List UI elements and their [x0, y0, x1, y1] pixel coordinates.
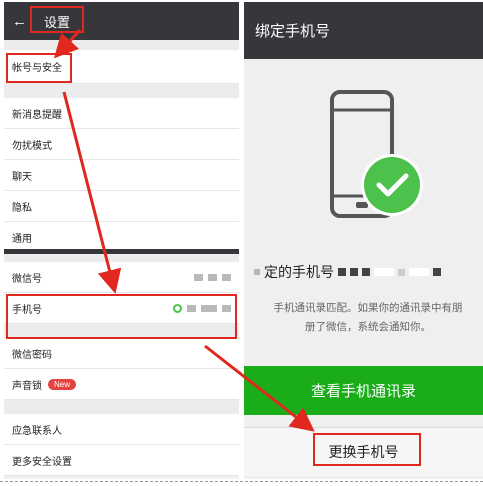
- bind-phone-title: 绑定手机号: [255, 23, 331, 40]
- emergency-contact-label: 应急联系人: [12, 425, 62, 437]
- description-line: 册了微信，系统会通知你。: [305, 321, 431, 333]
- highlight-settings-title: [30, 6, 84, 33]
- wechat-id-row[interactable]: 微信号: [4, 262, 239, 293]
- settings-item-chat[interactable]: 聊天: [4, 160, 239, 191]
- settings-item-label: 隐私: [12, 202, 32, 214]
- voice-lock-label: 声音锁: [12, 380, 42, 392]
- section-gap: [4, 254, 239, 262]
- highlight-change-phone: [313, 433, 421, 466]
- password-row[interactable]: 微信密码: [4, 338, 239, 369]
- emergency-contact-row[interactable]: 应急联系人: [4, 414, 239, 445]
- bind-phone-screen: 绑定手机号 定的手机号 手机通讯录匹配。如果你的通讯录中有朋 册了微信，系统会通…: [244, 2, 483, 479]
- settings-item-label: 新消息提醒: [12, 109, 62, 121]
- settings-screen: ← 设置 帐号与安全 新消息提醒 勿扰模式 聊天 隐私 通用: [4, 2, 239, 245]
- settings-item-label: 通用: [12, 233, 32, 245]
- settings-item-dnd[interactable]: 勿扰模式: [4, 129, 239, 160]
- bottom-dashed-line: [0, 481, 483, 482]
- settings-item-privacy[interactable]: 隐私: [4, 191, 239, 222]
- voice-lock-row[interactable]: 声音锁 New: [4, 369, 239, 400]
- password-label: 微信密码: [12, 349, 52, 361]
- bind-phone-description: 手机通讯录匹配。如果你的通讯录中有朋 册了微信，系统会通知你。: [250, 299, 483, 337]
- settings-item-general[interactable]: 通用: [4, 222, 239, 245]
- more-security-row[interactable]: 更多安全设置: [4, 445, 239, 476]
- wechat-id-value: [194, 273, 231, 281]
- settings-item-label: 聊天: [12, 171, 32, 183]
- section-gap: [4, 84, 239, 98]
- settings-item-notifications[interactable]: 新消息提醒: [4, 98, 239, 129]
- view-contacts-button[interactable]: 查看手机通讯录: [244, 366, 483, 415]
- highlight-account-security: [6, 53, 72, 83]
- bound-phone-label: 定的手机号: [264, 264, 334, 280]
- back-arrow-icon[interactable]: ←: [12, 13, 32, 30]
- highlight-phone-row: [6, 294, 237, 339]
- description-line: 手机通讯录匹配。如果你的通讯录中有朋: [273, 302, 463, 314]
- account-security-screen: 微信号 手机号 微信密码 声音锁 New 应急联系人 更多安全设置: [4, 249, 239, 479]
- view-contacts-label: 查看手机通讯录: [310, 383, 416, 400]
- bind-phone-header: 绑定手机号: [244, 2, 483, 59]
- more-security-label: 更多安全设置: [12, 456, 72, 468]
- wechat-id-label: 微信号: [12, 273, 42, 285]
- bound-phone-title: 定的手机号: [244, 262, 483, 282]
- new-badge: New: [48, 378, 77, 390]
- settings-item-label: 勿扰模式: [12, 140, 52, 152]
- check-icon: [361, 154, 423, 216]
- section-gap: [4, 40, 239, 50]
- section-gap: [4, 400, 239, 414]
- phone-illustration: [330, 90, 423, 218]
